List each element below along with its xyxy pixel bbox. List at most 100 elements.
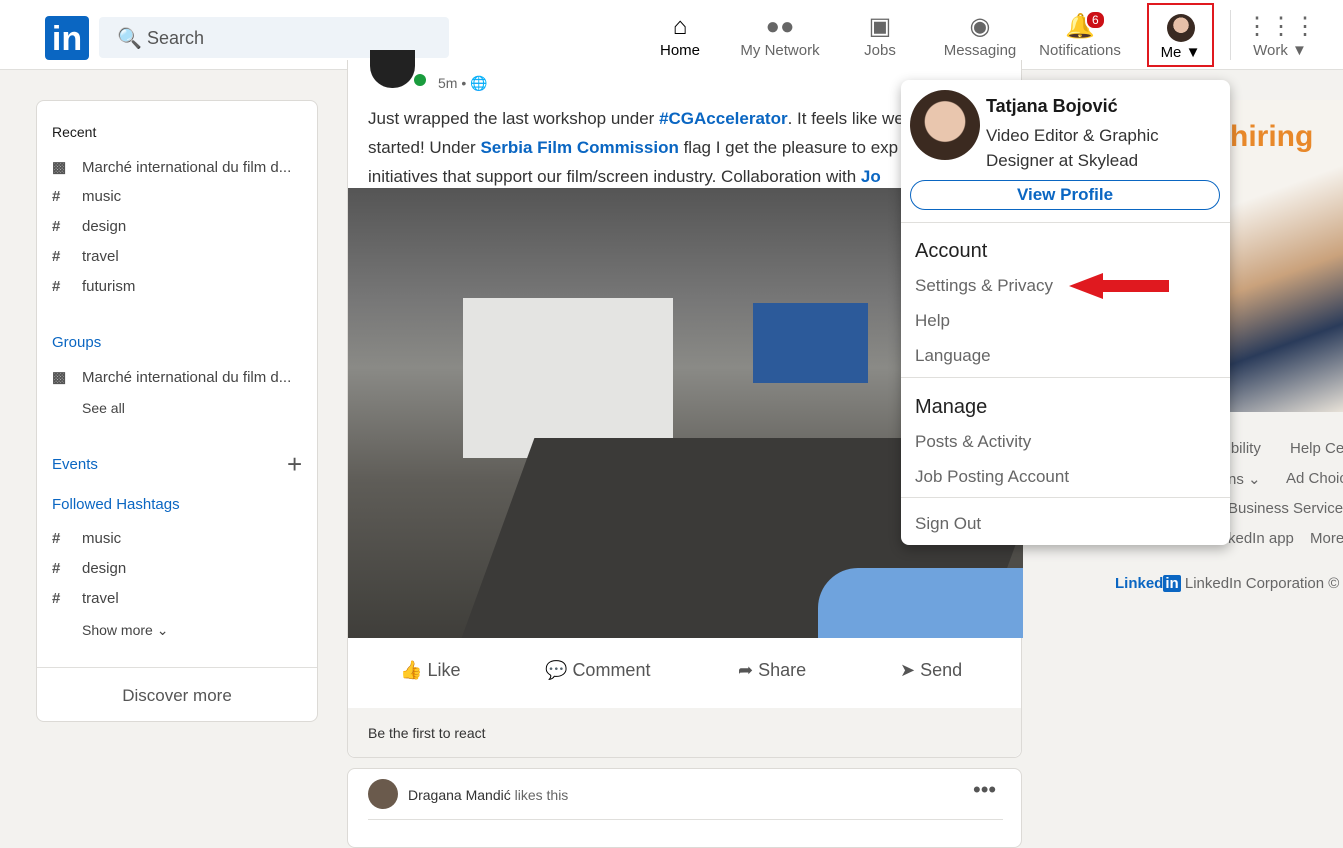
- recent-item[interactable]: # travel: [52, 248, 119, 265]
- hashtag-link[interactable]: #CGAccelerator: [659, 109, 788, 128]
- action-label: Share: [758, 660, 807, 680]
- divider: [901, 377, 1230, 378]
- view-profile-button[interactable]: View Profile: [910, 180, 1220, 210]
- send-icon: ➤: [900, 660, 916, 680]
- avatar[interactable]: [368, 779, 398, 809]
- globe-icon: 🌐: [470, 75, 488, 91]
- item-label: futurism: [82, 278, 136, 295]
- nav-label: Work: [1253, 42, 1288, 59]
- recent-item[interactable]: # futurism: [52, 278, 135, 295]
- hashtag-icon: #: [52, 590, 61, 607]
- banner: [753, 303, 868, 383]
- text: Just wrapped the last workshop under: [368, 109, 660, 128]
- show-more-button[interactable]: Show more ⌄: [82, 622, 168, 639]
- user-name-link[interactable]: Dragana Mandić: [408, 787, 511, 803]
- item-label: music: [82, 188, 122, 205]
- thumbs-up-icon: 👍: [400, 660, 423, 680]
- footer-link[interactable]: Business Services: [1228, 500, 1343, 517]
- add-event-icon[interactable]: +: [287, 449, 302, 480]
- sign-out-link[interactable]: Sign Out: [915, 514, 981, 534]
- item-label: Marché international du film d...: [82, 369, 292, 386]
- caret-down-icon: ▼: [1185, 44, 1201, 61]
- footer-link[interactable]: kedIn app: [1228, 530, 1294, 547]
- bell-icon: 🔔: [1065, 13, 1095, 40]
- search-icon: 🔍: [117, 28, 142, 50]
- item-label: Marché international du film d...: [82, 159, 292, 176]
- divider: [37, 667, 317, 668]
- nav-work[interactable]: ⋮⋮⋮ Work ▼: [1245, 0, 1317, 70]
- nav-label: Home: [659, 42, 700, 59]
- chat-icon: ◉: [969, 13, 991, 40]
- post-meta: 5m • 🌐: [438, 75, 488, 92]
- nav-label: Me: [1160, 44, 1182, 61]
- divider: [368, 819, 1003, 820]
- share-icon: ➦: [738, 660, 754, 680]
- online-status-icon: [414, 74, 426, 86]
- author-avatar[interactable]: [370, 50, 415, 88]
- hashtag-item[interactable]: # music: [52, 530, 121, 547]
- share-button[interactable]: ➦ Share: [738, 660, 806, 681]
- network-icon: ●●: [765, 13, 795, 40]
- nav-label: Jobs: [864, 42, 896, 59]
- send-button[interactable]: ➤ Send: [900, 660, 962, 681]
- avatar: [1166, 14, 1195, 42]
- comment-button[interactable]: 💬 Comment: [545, 660, 650, 681]
- text: started! Under: [368, 138, 481, 157]
- copyright: LinkedIn Corporation ©: [1184, 575, 1340, 592]
- brand-logo: Linked: [1115, 575, 1164, 592]
- footer-link[interactable]: Ad Choic: [1286, 470, 1343, 487]
- footer-brand: Linked in LinkedIn Corporation ©: [1115, 575, 1339, 592]
- discover-more-button[interactable]: Discover more: [37, 686, 317, 706]
- nav-me[interactable]: Me ▼: [1147, 3, 1214, 67]
- recent-item[interactable]: # design: [52, 218, 126, 235]
- divider: [901, 497, 1230, 498]
- item-label: design: [82, 560, 127, 577]
- briefcase-icon: ▣: [868, 13, 892, 40]
- activity-line: Dragana Mandić likes this: [408, 787, 568, 803]
- me-dropdown-menu: Tatjana Bojović Video Editor & Graphic De…: [901, 80, 1230, 545]
- group-item[interactable]: ▩ Marché international du film d...: [52, 368, 291, 386]
- hashtag-icon: #: [52, 218, 61, 235]
- recent-item[interactable]: ▩ Marché international du film d...: [52, 158, 291, 176]
- more-options-icon[interactable]: •••: [973, 777, 996, 803]
- chevron-down-icon: ⌄: [156, 622, 169, 638]
- text: . It feels like we: [787, 109, 904, 128]
- chevron-down-icon: ⌄: [1248, 471, 1261, 488]
- settings-privacy-link[interactable]: Settings & Privacy: [915, 276, 1053, 296]
- home-icon: ⌂: [672, 13, 688, 40]
- headline-line: Video Editor & Graphic: [986, 126, 1159, 145]
- nav-label: My Network: [740, 42, 820, 59]
- posts-activity-link[interactable]: Posts & Activity: [915, 432, 1031, 452]
- mention-link[interactable]: Serbia Film Commission: [480, 138, 678, 157]
- item-label: travel: [82, 248, 119, 265]
- job-posting-account-link[interactable]: Job Posting Account: [915, 467, 1069, 487]
- hashtag-icon: #: [52, 560, 61, 577]
- groups-link[interactable]: Groups: [52, 334, 101, 351]
- group-icon: ▩: [52, 369, 67, 386]
- profile-avatar: [910, 90, 980, 160]
- caret-down-icon: ▼: [1292, 42, 1307, 59]
- hashtag-item[interactable]: # travel: [52, 590, 119, 607]
- nav-notifications[interactable]: 🔔 6 Notifications: [1035, 0, 1125, 70]
- like-button[interactable]: 👍 Like: [400, 660, 460, 681]
- mention-link[interactable]: Jo: [861, 167, 881, 186]
- recent-item[interactable]: # music: [52, 188, 121, 205]
- followed-hashtags-link[interactable]: Followed Hashtags: [52, 496, 180, 513]
- linkedin-logo[interactable]: in: [45, 16, 89, 60]
- ad-image[interactable]: hiring: [1230, 100, 1343, 412]
- feed-post: Dragana Mandić likes this •••: [347, 768, 1022, 848]
- ad-headline: hiring: [1230, 120, 1314, 153]
- footer-link[interactable]: Help Ce: [1290, 440, 1343, 457]
- help-link[interactable]: Help: [915, 311, 950, 331]
- footer-link[interactable]: ns ⌄: [1228, 470, 1261, 488]
- hashtag-icon: #: [52, 278, 61, 295]
- language-link[interactable]: Language: [915, 346, 991, 366]
- post-time: 5m •: [438, 75, 467, 91]
- hashtag-item[interactable]: # design: [52, 560, 126, 577]
- link-label: ns: [1228, 471, 1244, 488]
- action-label: Send: [920, 660, 963, 680]
- events-link[interactable]: Events: [52, 456, 98, 473]
- profile-headline: Video Editor & Graphic Designer at Skylea…: [986, 123, 1159, 173]
- see-all-link[interactable]: See all: [82, 400, 125, 416]
- footer-link[interactable]: More: [1310, 530, 1343, 547]
